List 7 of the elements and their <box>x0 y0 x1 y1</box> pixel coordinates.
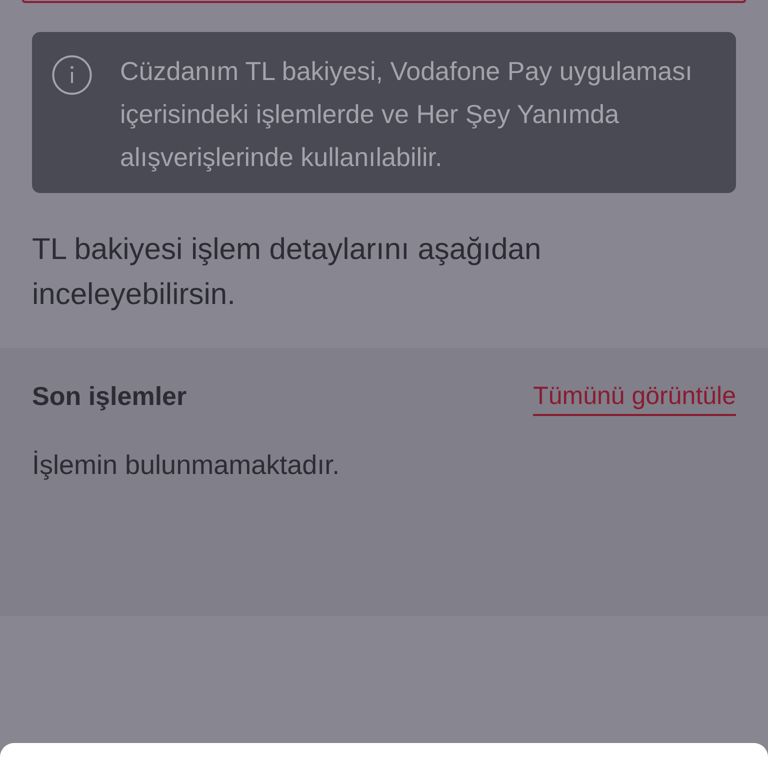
description-text: TL bakiyesi işlem detaylarını aşağıdan inceleyebilirsin. <box>32 232 542 313</box>
info-icon <box>52 55 92 95</box>
section-title: Son işlemler <box>32 380 187 412</box>
info-text: Cüzdanım TL bakiyesi, Vodafone Pay uygulaması içerisindeki işlemlerde ve Her Şey Yanımda alışverişlerinde kullanılabilir. <box>120 55 694 174</box>
view-all-link[interactable]: Tümünü görüntüle <box>533 380 736 416</box>
outlined-button[interactable] <box>22 0 746 3</box>
empty-message: İşlemin bulunmamaktadır. <box>32 449 341 482</box>
